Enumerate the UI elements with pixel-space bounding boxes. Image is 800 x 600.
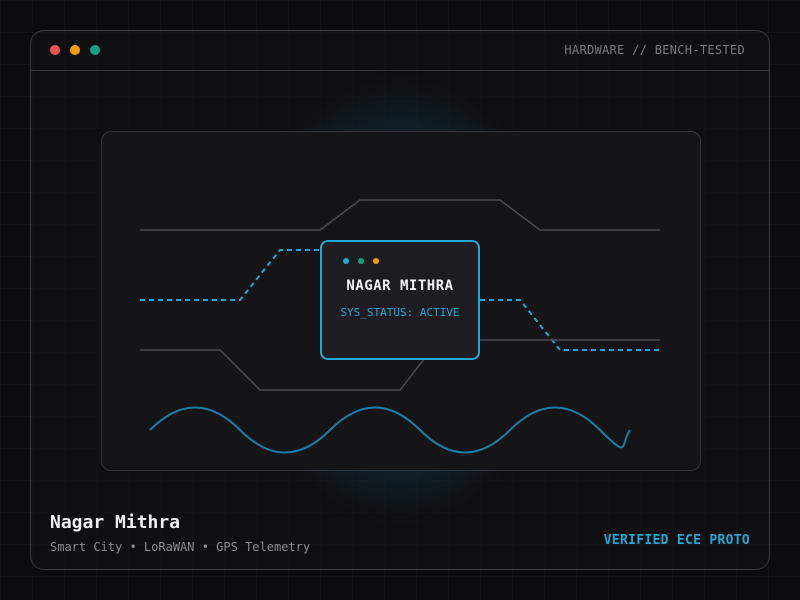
trace-dashed-left (140, 249, 320, 301)
trace-dashed-right (480, 299, 660, 351)
chip-card: NAGAR MITHRA SYS_STATUS: ACTIVE (320, 240, 480, 360)
stage: HARDWARE // BENCH-TESTED NAGAR MITHRA SY… (0, 0, 800, 600)
verified-badge: VERIFIED ECE PROTO (603, 533, 750, 548)
chip-status-dot-icon (343, 258, 349, 264)
chip-status-dot-icon (373, 258, 379, 264)
project-subtitle: Smart City • LoRaWAN • GPS Telemetry (50, 540, 311, 554)
chip-title: NAGAR MITHRA (346, 278, 454, 294)
signal-wave (149, 406, 631, 454)
chip-status: SYS_STATUS: ACTIVE (340, 306, 460, 319)
project-title: Nagar Mithra (50, 512, 181, 533)
chip-status-dot-icon (358, 258, 364, 264)
trace-top (140, 199, 660, 231)
